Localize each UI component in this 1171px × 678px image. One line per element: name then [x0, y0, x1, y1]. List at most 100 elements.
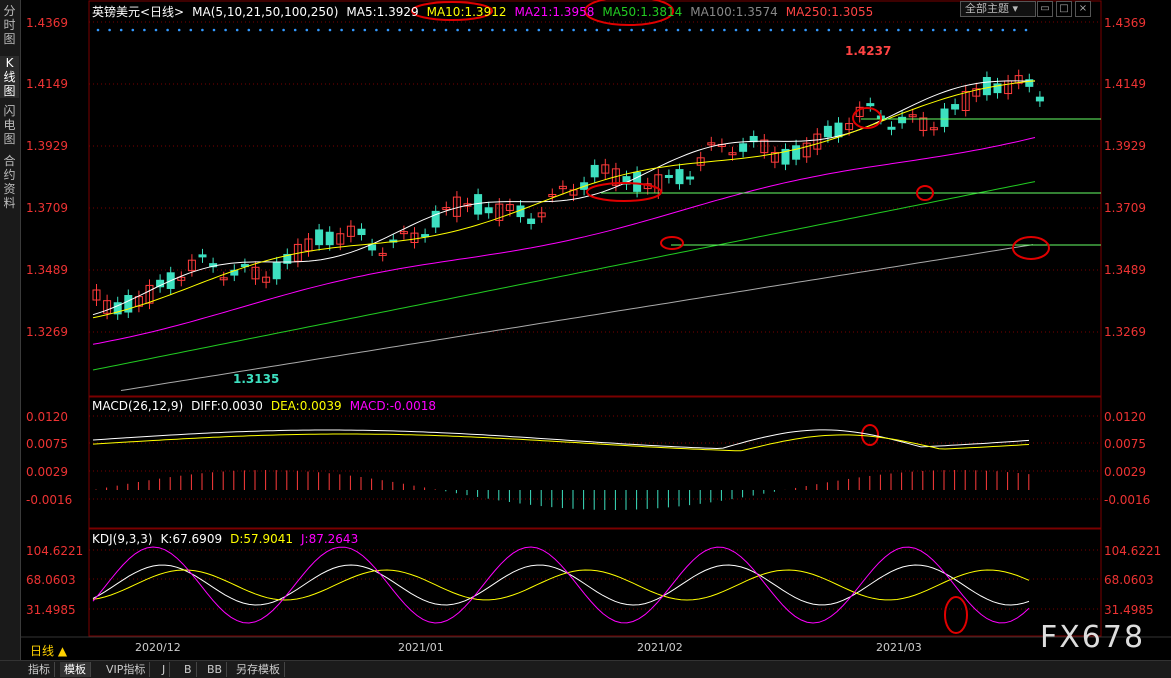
- y-tick-left: 1.3269: [26, 325, 68, 339]
- restore-button[interactable]: ▭: [1037, 1, 1053, 17]
- signal-dot: [491, 28, 494, 32]
- kdj-tick-right: 104.6221: [1104, 544, 1162, 558]
- signal-dot: [119, 28, 123, 32]
- signal-dot: [525, 28, 529, 32]
- signal-dot: [943, 28, 947, 32]
- kdj-k-line: [92, 564, 1030, 606]
- tab-vip-indicator[interactable]: VIP指标: [102, 662, 151, 677]
- signal-dot: [978, 28, 981, 32]
- candle-body: [940, 108, 949, 127]
- kdj-k: K:67.6909: [160, 532, 223, 546]
- theme-dropdown[interactable]: 全部主题 ▾: [960, 1, 1036, 17]
- candle-body: [484, 207, 493, 214]
- candle-body: [1035, 96, 1044, 102]
- signal-dot: [595, 28, 599, 32]
- signal-dot: [839, 28, 842, 32]
- macd-hist: MACD:-0.0018: [349, 399, 437, 413]
- candle-body: [315, 229, 324, 246]
- signal-dot: [456, 28, 459, 32]
- signal-dot: [769, 28, 773, 32]
- kdj-j: J:87.2643: [301, 532, 359, 546]
- tab-lightning[interactable]: 闪电图: [0, 104, 19, 146]
- kdj-d: D:57.9041: [230, 532, 293, 546]
- bottom-toolbar: 指标 模板 VIP指标 J B BB 另存模板: [0, 660, 1171, 678]
- signal-dot: [224, 28, 227, 32]
- annotation-ellipse: [586, 182, 662, 202]
- y-tick-left: 1.3489: [26, 263, 68, 277]
- y-tick-right: 1.3709: [1104, 201, 1146, 215]
- tab-template[interactable]: 模板: [60, 662, 91, 677]
- signal-dot: [630, 28, 633, 32]
- signal-dot: [235, 28, 239, 32]
- tab-b[interactable]: B: [180, 662, 197, 677]
- tab-contract-info[interactable]: 合约资料: [0, 154, 19, 210]
- tab-save-template[interactable]: 另存模板: [232, 662, 285, 677]
- signal-dot: [409, 28, 413, 32]
- signal-dot: [827, 28, 831, 32]
- candle-body: [898, 116, 907, 124]
- signal-dot: [665, 28, 668, 32]
- ma21-line: [92, 137, 1036, 345]
- ma100-line: [120, 244, 1034, 391]
- y-tick-left: 1.4369: [26, 16, 68, 30]
- candle-body: [951, 104, 960, 110]
- candle-body: [357, 228, 366, 236]
- signal-dot: [676, 28, 680, 32]
- signal-dot: [247, 28, 251, 32]
- y-tick-right: 1.3489: [1104, 263, 1146, 277]
- x-tick: 2020/12: [135, 641, 181, 654]
- kdj-j-line: [92, 546, 1030, 624]
- signal-dot: [514, 28, 517, 32]
- signal-dot: [131, 28, 135, 32]
- y-tick-left: 1.3929: [26, 139, 68, 153]
- signal-dot: [989, 28, 993, 32]
- tab-bb[interactable]: BB: [203, 662, 228, 677]
- signal-dot: [444, 28, 448, 32]
- signal-dot: [479, 28, 483, 32]
- candle-body: [675, 169, 684, 185]
- tab-j[interactable]: J: [158, 662, 171, 677]
- signal-dot: [1001, 28, 1005, 32]
- tab-indicator[interactable]: 指标: [24, 662, 55, 677]
- candle-body: [792, 145, 801, 160]
- chart-canvas[interactable]: [21, 0, 1171, 660]
- signal-dot: [351, 28, 355, 32]
- ma5-value: MA5:1.3929: [346, 5, 419, 19]
- period-selector[interactable]: 日线 ▲: [30, 642, 67, 659]
- signal-dot: [792, 28, 796, 32]
- signal-dot: [433, 28, 436, 32]
- macd-tick-left: 0.0075: [26, 437, 68, 451]
- signal-dot: [711, 28, 715, 32]
- signal-dot: [340, 28, 343, 32]
- candle-body: [887, 126, 896, 130]
- signal-dot: [154, 28, 158, 32]
- signal-dot: [862, 28, 865, 32]
- signal-dot: [305, 28, 309, 32]
- candle-body: [823, 125, 832, 138]
- signal-dot: [96, 28, 100, 32]
- candle-body: [325, 231, 334, 246]
- signal-dot: [328, 28, 332, 32]
- candle-body: [272, 262, 281, 280]
- signal-dot: [189, 28, 193, 32]
- close-button[interactable]: ×: [1075, 1, 1091, 17]
- signal-dot: [804, 28, 807, 32]
- macd-dea: DEA:0.0039: [270, 399, 342, 413]
- signal-dot: [166, 28, 169, 32]
- low-annotation: 1.3135: [233, 372, 280, 386]
- signal-dot: [467, 28, 471, 32]
- signal-dot: [1024, 28, 1028, 32]
- signal-dot: [1013, 28, 1016, 32]
- candle-body: [739, 143, 748, 152]
- kdj-tick-left: 68.0603: [26, 573, 76, 587]
- macd-tick-left: 0.0120: [26, 410, 68, 424]
- macd-tick-right: 0.0120: [1104, 410, 1146, 424]
- signal-dot: [293, 28, 297, 32]
- tab-kline[interactable]: K线图: [0, 56, 19, 98]
- ma10-value: MA10:1.3912: [426, 5, 507, 19]
- macd-diff-line: [92, 429, 1030, 450]
- macd-tick-right: 0.0075: [1104, 437, 1146, 451]
- tab-timeshare[interactable]: 分时图: [0, 4, 19, 46]
- maximize-button[interactable]: □: [1056, 1, 1072, 17]
- candle-body: [686, 176, 695, 180]
